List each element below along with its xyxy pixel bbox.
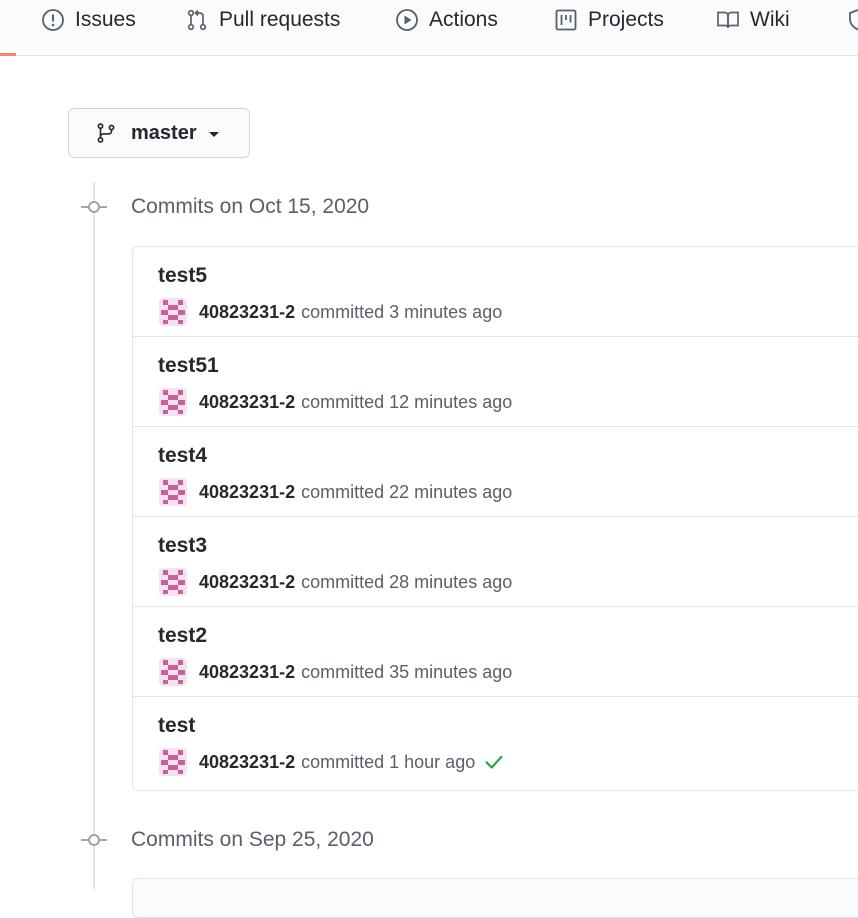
commit-row: test4 40823231-2 committed 22 minutes ag… xyxy=(133,427,858,517)
tab-security-partial[interactable] xyxy=(846,0,858,40)
commit-verb: committed xyxy=(301,571,385,592)
git-commit-icon xyxy=(81,834,107,846)
commit-list xyxy=(132,878,858,918)
commit-author-link[interactable]: 40823231-2 xyxy=(199,572,295,593)
git-branch-icon xyxy=(97,123,115,143)
branch-name: master xyxy=(131,121,197,144)
play-icon xyxy=(396,9,418,31)
commit-time: 28 minutes ago xyxy=(389,571,513,592)
commit-meta: 40823231-2 committed 35 minutes ago xyxy=(159,658,512,686)
avatar[interactable] xyxy=(159,658,187,686)
chevron-down-icon xyxy=(208,131,219,137)
avatar[interactable] xyxy=(159,388,187,416)
commit-title-link[interactable]: test3 xyxy=(158,534,207,558)
commit-author-link[interactable]: 40823231-2 xyxy=(199,752,295,773)
commit-group-date: Commits on Oct 15, 2020 xyxy=(131,195,370,218)
commit-row: test51 40823231-2 committed 12 minutes a… xyxy=(133,337,858,427)
commit-meta: 40823231-2 committed 1 hour ago xyxy=(159,748,505,776)
commit-row: test5 40823231-2 committed 3 minutes ago xyxy=(133,247,858,337)
commit-author-link[interactable]: 40823231-2 xyxy=(199,302,295,323)
timeline-line xyxy=(93,182,95,889)
tab-wiki-label: Wiki xyxy=(750,8,790,31)
commit-title-link[interactable]: test xyxy=(158,714,195,738)
tab-issues[interactable]: Issues xyxy=(41,0,136,40)
commit-time: 3 minutes ago xyxy=(389,301,503,322)
commit-title-link[interactable]: test4 xyxy=(158,444,207,468)
commit-time: 22 minutes ago xyxy=(389,481,513,502)
book-icon xyxy=(717,11,739,29)
tab-pull-requests-label: Pull requests xyxy=(219,8,341,31)
commit-time: 1 hour ago xyxy=(389,751,476,772)
avatar[interactable] xyxy=(159,568,187,596)
commit-row: test2 40823231-2 committed 35 minutes ag… xyxy=(133,607,858,697)
commit-verb: committed xyxy=(301,661,385,682)
tab-wiki[interactable]: Wiki xyxy=(716,0,790,40)
commit-group-date: Commits on Sep 25, 2020 xyxy=(131,828,374,851)
tab-actions[interactable]: Actions xyxy=(395,0,498,40)
avatar[interactable] xyxy=(159,478,187,506)
git-pull-request-icon xyxy=(187,9,207,31)
commit-author-link[interactable]: 40823231-2 xyxy=(199,392,295,413)
shield-icon xyxy=(849,9,858,31)
success-check-icon[interactable] xyxy=(483,751,505,773)
commit-list: test5 40823231-2 committed 3 minutes ago… xyxy=(132,246,858,791)
tab-pull-requests[interactable]: Pull requests xyxy=(185,0,340,40)
issue-opened-icon xyxy=(42,9,64,31)
commit-author-link[interactable]: 40823231-2 xyxy=(199,662,295,683)
commit-author-link[interactable]: 40823231-2 xyxy=(199,482,295,503)
repo-nav: Issues Pull requests Actions Projects Wi… xyxy=(0,0,858,56)
commit-verb: committed xyxy=(301,751,385,772)
commit-meta: 40823231-2 committed 22 minutes ago xyxy=(159,478,512,506)
commit-time: 35 minutes ago xyxy=(389,661,513,682)
commit-verb: committed xyxy=(301,391,385,412)
commit-title-link[interactable]: test51 xyxy=(158,354,219,378)
git-commit-icon xyxy=(81,201,107,213)
tab-issues-label: Issues xyxy=(75,8,136,31)
commit-time: 12 minutes ago xyxy=(389,391,513,412)
commit-verb: committed xyxy=(301,481,385,502)
commit-title-link[interactable]: test2 xyxy=(158,624,207,648)
avatar[interactable] xyxy=(159,298,187,326)
commit-group-heading: Commits on Sep 25, 2020 xyxy=(80,825,374,855)
commit-group-heading: Commits on Oct 15, 2020 xyxy=(80,192,369,222)
tab-projects-label: Projects xyxy=(588,8,664,31)
commit-title-link[interactable]: test5 xyxy=(158,264,207,288)
active-tab-underline xyxy=(0,53,16,56)
commit-meta: 40823231-2 committed 3 minutes ago xyxy=(159,298,502,326)
commit-row: test3 40823231-2 committed 28 minutes ag… xyxy=(133,517,858,607)
commit-verb: committed xyxy=(301,301,385,322)
commit-row: test 40823231-2 committed 1 hour ago xyxy=(133,697,858,787)
avatar[interactable] xyxy=(159,748,187,776)
tab-actions-label: Actions xyxy=(429,8,498,31)
tab-projects[interactable]: Projects xyxy=(554,0,664,40)
commit-meta: 40823231-2 committed 28 minutes ago xyxy=(159,568,512,596)
project-icon xyxy=(555,9,577,31)
branch-select-button[interactable]: master xyxy=(68,108,250,158)
commit-meta: 40823231-2 committed 12 minutes ago xyxy=(159,388,512,416)
